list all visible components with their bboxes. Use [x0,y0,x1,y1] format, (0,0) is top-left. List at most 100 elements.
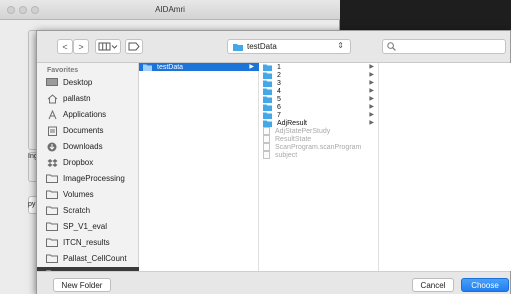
list-item-testdata[interactable]: testData ▶ [139,63,259,71]
list-item-label: testData [157,63,184,71]
view-mode-button[interactable] [95,39,121,54]
sidebar-item-label: pallastn [63,94,91,103]
folder-icon [263,64,272,71]
list-item-label: 4 [277,87,281,95]
folder-icon [263,88,272,95]
list-item-file: subject [259,151,379,159]
folder-icon [143,64,152,71]
list-item-folder[interactable]: AdjResult ▶ [259,119,379,127]
columns-view-icon [98,42,118,51]
list-item-folder[interactable]: 2 ▶ [259,71,379,79]
sidebar-item-label: ITCN_results [63,238,110,247]
app-titlebar: AIDAmri [0,0,340,20]
list-item-label: 3 [277,79,281,87]
sidebar-item-sp-v1-eval[interactable]: SP_V1_eval [37,219,139,234]
sidebar-item-home[interactable]: pallastn [37,91,139,106]
list-item-label: 5 [277,95,281,103]
folder-icon [263,112,272,119]
folder-icon [233,43,243,51]
choose-button[interactable]: Choose [461,278,509,292]
list-item-folder[interactable]: 5 ▶ [259,95,379,103]
search-field[interactable] [382,39,506,54]
folder-icon [263,120,272,127]
sidebar-item-dropbox[interactable]: Dropbox [37,155,139,170]
cancel-button[interactable]: Cancel [412,278,454,292]
forward-label: > [78,41,84,52]
sidebar-item-documents[interactable]: Documents [37,123,139,138]
chevron-right-icon: ▶ [249,64,254,70]
sidebar-item-applications[interactable]: Applications [37,107,139,122]
chevron-right-icon: ▶ [369,88,374,94]
list-item-folder[interactable]: 7 ▶ [259,111,379,119]
list-item-folder[interactable]: 3 ▶ [259,79,379,87]
cancel-label: Cancel [420,280,446,290]
list-item-folder[interactable]: 4 ▶ [259,87,379,95]
browser-column-3 [379,63,511,271]
window-title: AIDAmri [155,5,185,14]
chevron-right-icon: ▶ [369,104,374,110]
list-item-file: AdjStatePerStudy [259,127,379,135]
sidebar-item-label: Volumes [63,190,94,199]
folder-icon [46,174,58,184]
folder-icon [46,238,58,248]
path-popup[interactable]: testData ⇕ [227,39,351,54]
chevron-right-icon: ▶ [369,72,374,78]
list-item-label: AdjStatePerStudy [275,127,331,135]
folder-icon [263,80,272,87]
list-item-label: ResultState [275,135,312,143]
sidebar-item-downloads[interactable]: Downloads [37,139,139,154]
choose-label: Choose [471,280,499,290]
sidebar-item-label: Desktop [63,78,93,87]
chevron-right-icon: ▶ [369,64,374,70]
list-item-folder[interactable]: 6 ▶ [259,103,379,111]
browser-column-2: 1 ▶ 2 ▶ 3 ▶ 4 ▶ 5 ▶ 6 ▶ 7 ▶ AdjResult ▶ … [259,63,379,271]
sidebar-item-volumes[interactable]: Volumes [37,187,139,202]
folder-icon [46,254,58,264]
sidebar-item-label: SP_V1_eval [63,222,108,231]
folder-icon [263,72,272,79]
document-icon [263,135,270,143]
browser-column-1: testData ▶ [139,63,259,271]
home-icon [46,93,58,104]
sidebar-item-pallast-cellcount[interactable]: Pallast_CellCount [37,251,139,266]
list-item-label: AdjResult [277,119,307,127]
sidebar-item-label: Documents [63,126,104,135]
dialog-toolbar: < > testData ⇕ [37,31,510,63]
list-item-file: ScanProgram.scanProgram [259,143,379,151]
dropbox-icon [46,158,58,168]
sidebar-item-label: ImageProcessing [63,174,125,183]
path-popup-label: testData [247,42,277,51]
tag-icon [128,42,140,51]
sidebar-item-label: Dropbox [63,158,94,167]
open-dialog: < > testData ⇕ Favorites Desktop pallast… [36,30,511,294]
chevron-right-icon: ▶ [369,80,374,86]
document-icon [263,151,270,159]
document-icon [263,143,270,151]
list-item-folder[interactable]: 1 ▶ [259,63,379,71]
tags-button[interactable] [125,39,143,54]
sidebar-item-desktop[interactable]: Desktop [37,75,139,90]
chevron-right-icon: ▶ [369,120,374,126]
sidebar-item-label: Downloads [63,142,103,151]
back-button[interactable]: < [57,39,73,54]
new-folder-button[interactable]: New Folder [53,278,111,292]
applications-icon [46,109,58,120]
folder-icon [46,222,58,232]
search-icon [387,42,396,51]
sidebar-heading: Favorites [47,67,79,74]
app-field-label: py [28,201,36,208]
sidebar-item-itcn-results[interactable]: ITCN_results [37,235,139,250]
sidebar-item-imageprocessing[interactable]: ImageProcessing [37,171,139,186]
chevron-right-icon: ▶ [369,112,374,118]
sidebar-item-label: Pallast_CellCount [63,254,127,263]
dialog-footer: New Folder Cancel Choose [37,271,510,294]
forward-button[interactable]: > [73,39,89,54]
document-icon [263,127,270,135]
folder-icon [263,104,272,111]
list-item-file: ResultState [259,135,379,143]
sidebar-item-scratch[interactable]: Scratch [37,203,139,218]
new-folder-label: New Folder [61,280,103,290]
downloads-icon [46,142,58,152]
chevron-right-icon: ▶ [369,96,374,102]
list-item-label: 7 [277,111,281,119]
